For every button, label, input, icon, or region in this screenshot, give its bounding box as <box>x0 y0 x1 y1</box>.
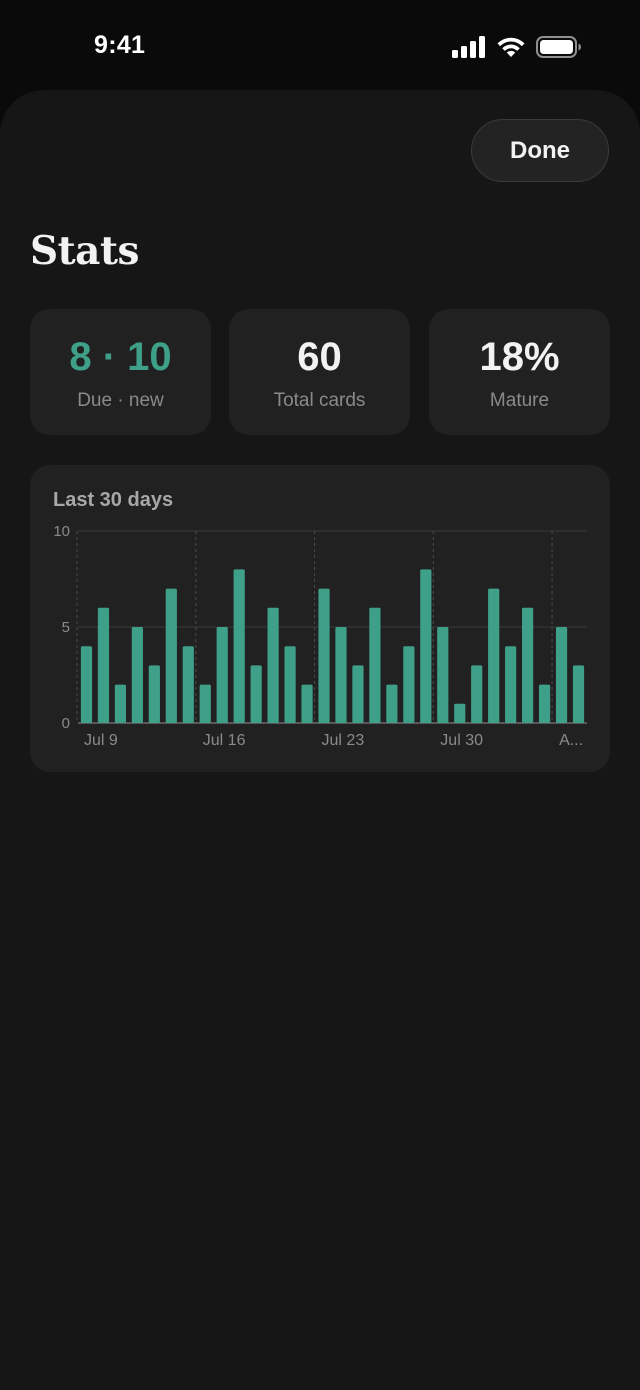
x-tick-label: Jul 16 <box>203 732 246 749</box>
chart-bar <box>148 665 160 723</box>
chart-bar <box>335 627 347 723</box>
chart-bar <box>420 569 432 723</box>
chart-bar <box>437 627 449 723</box>
y-tick-label: 10 <box>53 523 70 540</box>
y-tick-label: 0 <box>62 715 70 732</box>
x-tick-label: A... <box>559 732 583 749</box>
chart-bar <box>488 588 500 723</box>
chart-bar <box>403 646 415 723</box>
chart-bar <box>250 665 262 723</box>
chart-bar <box>369 607 381 723</box>
x-tick-label: Jul 9 <box>84 732 118 749</box>
chart-bar <box>352 665 364 723</box>
chart-bar <box>572 665 585 723</box>
chart-bar <box>284 646 296 723</box>
chart-bar <box>386 684 398 723</box>
x-tick-label: Jul 23 <box>322 732 365 749</box>
chart-bar <box>471 665 483 723</box>
x-tick-label: Jul 30 <box>440 732 483 749</box>
stats-screen: 9:41 Done Stats 8 · 10 Due · new 60 Tota… <box>0 0 640 1390</box>
chart-bar <box>80 646 93 723</box>
chart-bar <box>267 607 279 723</box>
chart-bar <box>454 703 466 723</box>
chart-bar <box>555 627 568 723</box>
chart-bar <box>522 607 534 723</box>
bar-chart: 0 5 10 Jul 9 Jul 16 Jul 23 Jul 30 A... <box>53 523 587 749</box>
chart-bar <box>505 646 517 723</box>
chart-bar <box>538 684 551 723</box>
chart-bar <box>131 627 143 723</box>
chart-bar <box>182 646 194 723</box>
chart-bar <box>233 569 245 723</box>
chart-bar <box>97 607 110 723</box>
chart-bar <box>114 684 127 723</box>
y-tick-label: 5 <box>62 619 70 636</box>
chart-bar <box>216 627 228 723</box>
chart-bar <box>199 684 211 723</box>
chart-bar <box>301 684 313 723</box>
chart-bar <box>165 588 177 723</box>
chart-bar <box>318 588 330 723</box>
